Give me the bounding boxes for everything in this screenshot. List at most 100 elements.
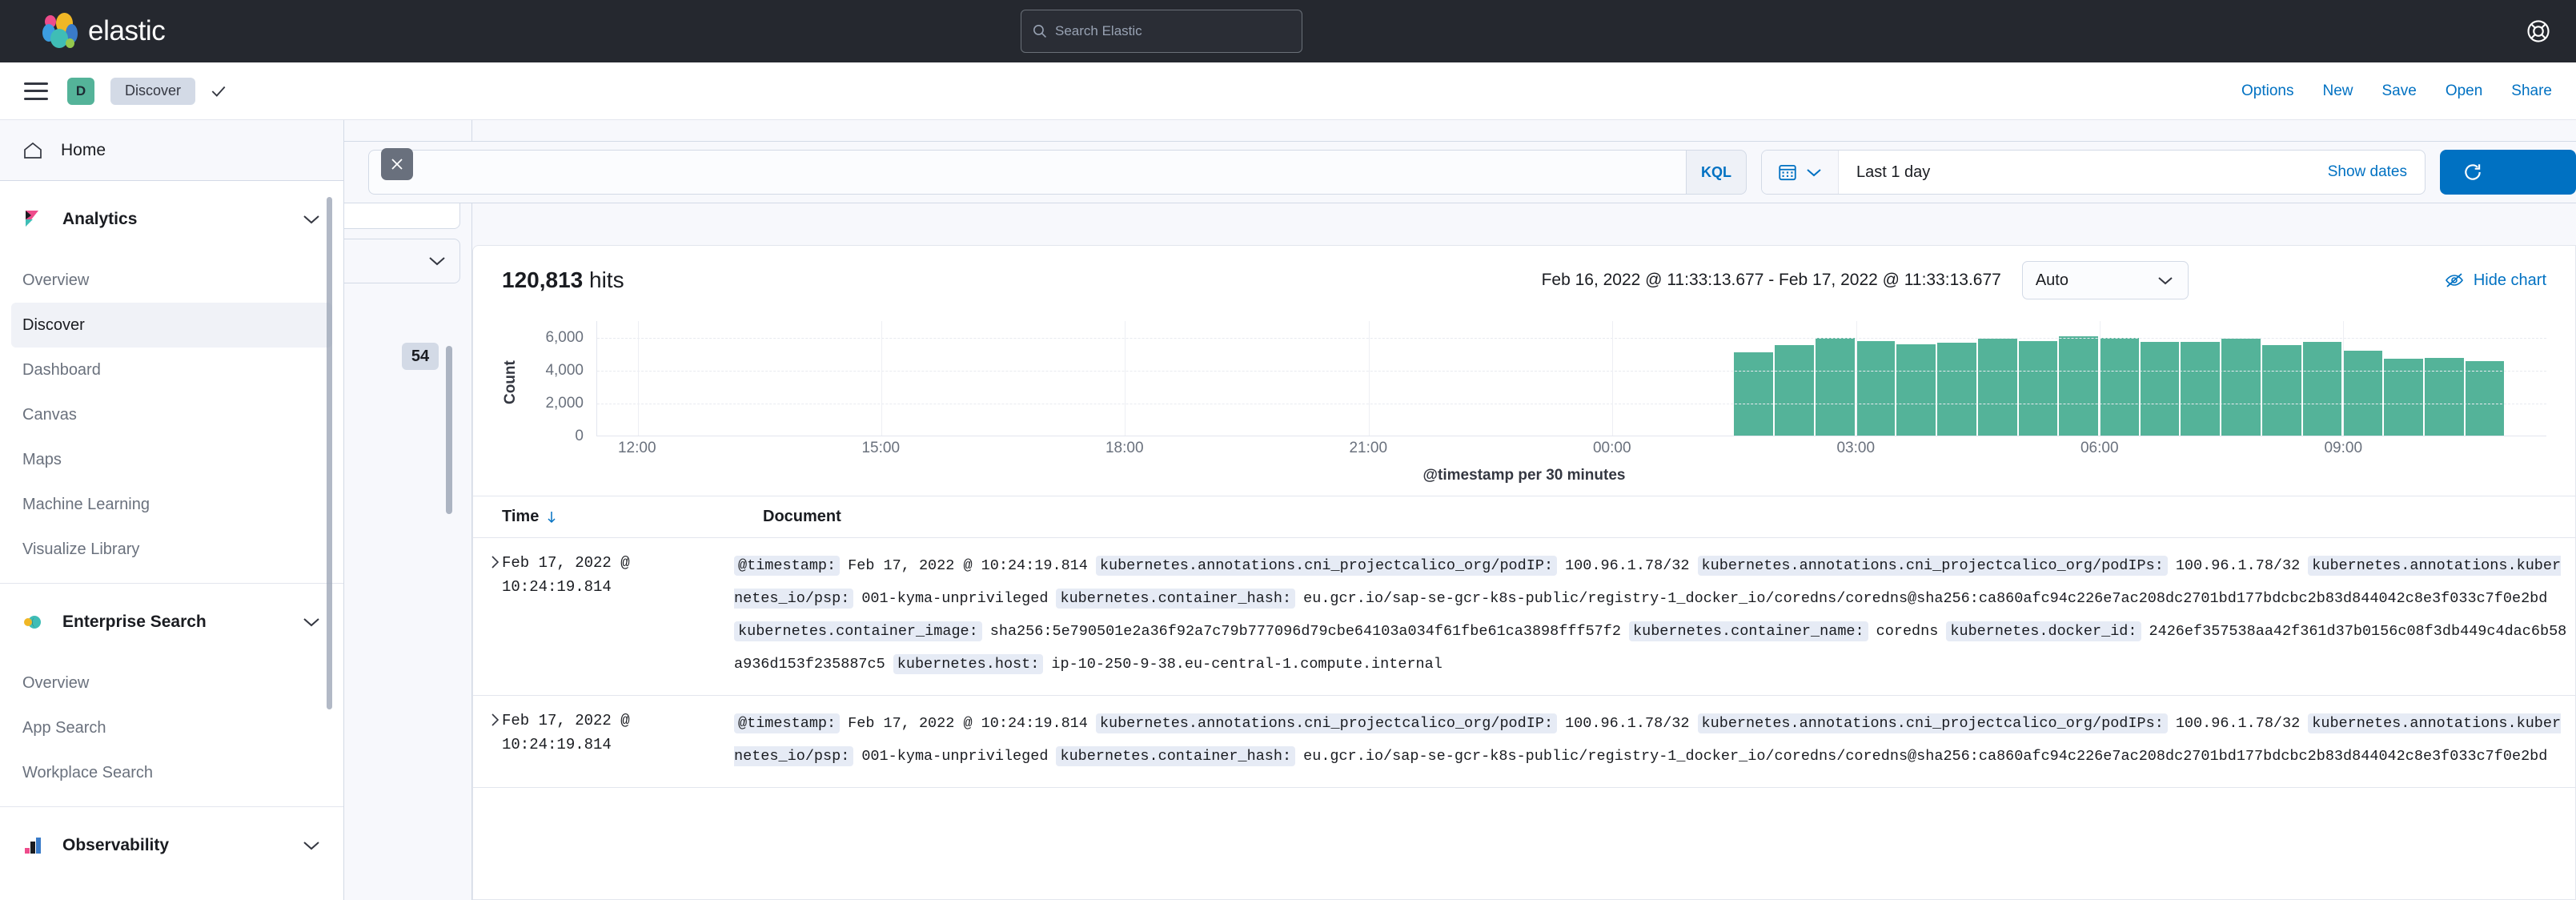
sidebar-item-home[interactable]: Home — [0, 120, 343, 181]
hide-chart-button[interactable]: Hide chart — [2445, 271, 2546, 290]
document-field-name: kubernetes.annotations.cni_projectcalico… — [1095, 713, 1558, 733]
sidebar-item-maps[interactable]: Maps — [0, 437, 343, 482]
expand-row-button[interactable] — [473, 707, 502, 773]
histogram-bar[interactable] — [1937, 342, 1976, 436]
chevron-down-icon[interactable] — [302, 840, 321, 851]
histogram-bar[interactable] — [2343, 351, 2383, 436]
share-button[interactable]: Share — [2511, 82, 2552, 100]
histogram-bar[interactable] — [2181, 341, 2221, 436]
column-header-time[interactable]: Time — [502, 508, 763, 526]
chart-plot-area — [596, 321, 2546, 436]
sidebar-section-label: Observability — [62, 836, 170, 854]
sort-descending-icon — [548, 511, 556, 523]
histogram-bar[interactable] — [2059, 335, 2098, 436]
refresh-button[interactable] — [2440, 150, 2576, 195]
x-tick-label: 21:00 — [1349, 440, 1388, 456]
histogram-bar[interactable] — [2018, 340, 2058, 436]
histogram-bar[interactable] — [2302, 341, 2342, 436]
vertical-grid-line — [2343, 321, 2345, 436]
sidebar-section-analytics[interactable]: Analytics — [0, 181, 343, 258]
sidebar-section-enterprise-search[interactable]: Enterprise Search — [0, 584, 343, 661]
histogram-bar[interactable] — [2099, 337, 2139, 436]
document-field-name: kubernetes.host: — [893, 654, 1044, 674]
x-axis-title: @timestamp per 30 minutes — [1422, 467, 1626, 484]
histogram-bar[interactable] — [1775, 344, 1814, 436]
date-range-value[interactable]: Last 1 day — [1839, 163, 2328, 182]
sidebar-section-observability[interactable]: Observability — [0, 807, 343, 884]
histogram-bar[interactable] — [1815, 337, 1855, 436]
sidebar-item-canvas[interactable]: Canvas — [0, 392, 343, 437]
close-button[interactable] — [381, 148, 413, 180]
check-icon[interactable] — [210, 82, 227, 100]
column-header-document[interactable]: Document — [763, 508, 841, 526]
sidebar-item-dashboard[interactable]: Dashboard — [0, 348, 343, 392]
row-timestamp: Feb 17, 2022 @ 10:24:19.814 — [502, 712, 630, 753]
sidebar-section-label: Enterprise Search — [62, 613, 207, 631]
y-tick-label: 6,000 — [545, 328, 584, 346]
interval-select[interactable]: Auto — [2021, 261, 2189, 299]
new-button[interactable]: New — [2322, 82, 2353, 100]
document-field-value: 001-kyma-unprivileged — [861, 590, 1049, 607]
date-picker[interactable]: Last 1 day Show dates — [1761, 150, 2426, 195]
histogram-bar[interactable] — [1856, 340, 1896, 436]
histogram-bar[interactable] — [2140, 341, 2180, 436]
sidebar-item-overview[interactable]: Overview — [0, 661, 343, 705]
save-button[interactable]: Save — [2382, 82, 2417, 100]
histogram-bar[interactable] — [1977, 338, 2017, 436]
field-count-badge: 54 — [402, 343, 439, 370]
hide-chart-label: Hide chart — [2473, 271, 2546, 289]
x-tick-label: 15:00 — [861, 440, 901, 456]
hamburger-menu-icon[interactable] — [24, 82, 48, 100]
breadcrumb[interactable]: Discover — [110, 77, 196, 105]
query-bar: KQL Last 1 day Show dates — [344, 141, 2576, 203]
document-field-name: kubernetes.annotations.cni_projectcalico… — [1697, 556, 2168, 576]
x-tick-label: 03:00 — [1836, 440, 1876, 456]
table-row[interactable]: Feb 17, 2022 @ 10:24:19.814 @timestamp: F… — [473, 538, 2575, 696]
documents-table: Time Document Feb 17, 2022 @ 10:24:19.81… — [473, 496, 2575, 788]
histogram-bar[interactable] — [1734, 352, 1774, 436]
date-picker-trigger[interactable] — [1762, 151, 1839, 194]
histogram-bar[interactable] — [2221, 338, 2261, 436]
sidebar-item-workplace-search[interactable]: Workplace Search — [0, 750, 343, 795]
document-field-name: kubernetes.container_name: — [1628, 621, 1868, 641]
document-field-name: @timestamp: — [734, 713, 841, 733]
row-document-summary: @timestamp: Feb 17, 2022 @ 10:24:19.814 … — [734, 707, 2575, 773]
help-lifebuoy-icon[interactable] — [2526, 19, 2550, 43]
histogram-chart[interactable]: Count 0 2,000 4,000 6,000 12:00 15:00 18:00 21… — [502, 315, 2546, 460]
sidebar-item-app-search[interactable]: App Search — [0, 705, 343, 750]
query-language-badge[interactable]: KQL — [1686, 150, 1747, 195]
histogram-bar[interactable] — [2465, 361, 2505, 436]
document-field-value: eu.gcr.io/sap-se-gcr-k8s-public/registry… — [1303, 590, 2548, 607]
query-input[interactable] — [368, 150, 1686, 195]
document-field-name: @timestamp: — [734, 556, 841, 576]
search-icon — [1033, 25, 1046, 38]
x-tick-label: 18:00 — [1105, 440, 1144, 456]
sidebar-home-label: Home — [61, 140, 106, 159]
sidebar-item-visualize-library[interactable]: Visualize Library — [0, 527, 343, 572]
show-dates-button[interactable]: Show dates — [2328, 163, 2425, 181]
sidebar-scrollbar[interactable] — [327, 197, 332, 709]
sidebar-item-discover[interactable]: Discover — [11, 303, 332, 348]
table-body: Feb 17, 2022 @ 10:24:19.814 @timestamp: F… — [473, 538, 2575, 788]
table-row[interactable]: Feb 17, 2022 @ 10:24:19.814 @timestamp: F… — [473, 696, 2575, 788]
close-icon — [391, 159, 403, 170]
expand-row-button[interactable] — [473, 549, 502, 681]
histogram-bar[interactable] — [2261, 344, 2301, 436]
elastic-logo[interactable]: elastic — [42, 13, 166, 50]
chevron-down-icon[interactable] — [302, 214, 321, 225]
chevron-down-icon[interactable] — [302, 617, 321, 628]
space-avatar[interactable]: D — [67, 77, 94, 105]
field-list-scrollbar[interactable] — [446, 346, 452, 514]
calendar-icon — [1778, 164, 1796, 181]
options-button[interactable]: Options — [2241, 82, 2293, 100]
y-tick-label: 0 — [575, 428, 584, 444]
sidebar-item-machine-learning[interactable]: Machine Learning — [0, 482, 343, 527]
discover-app: elastic Search Elastic D Discover Option… — [0, 0, 2576, 900]
open-button[interactable]: Open — [2446, 82, 2482, 100]
histogram-bar[interactable] — [1896, 344, 1936, 436]
vertical-grid-line — [881, 321, 883, 436]
row-timestamp: Feb 17, 2022 @ 10:24:19.814 — [502, 554, 630, 596]
document-field-value: eu.gcr.io/sap-se-gcr-k8s-public/registry… — [1303, 748, 2548, 765]
sidebar-item-overview[interactable]: Overview — [0, 258, 343, 303]
global-search-input[interactable]: Search Elastic — [1021, 10, 1302, 53]
